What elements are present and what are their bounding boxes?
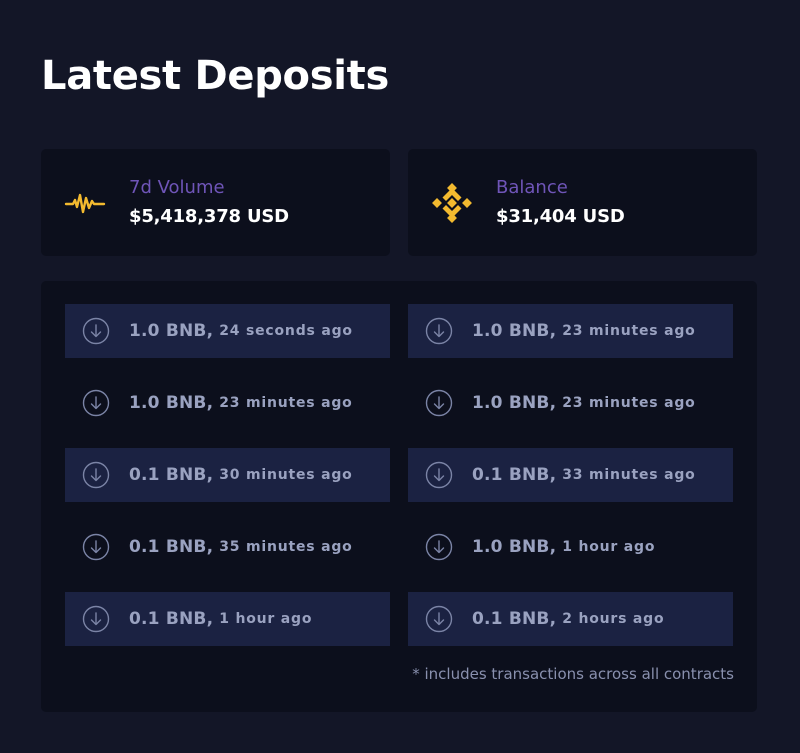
deposit-amount: 0.1 BNB,: [129, 609, 214, 629]
deposit-row: 1.0 BNB, 23 minutes ago: [408, 376, 733, 430]
deposit-time: 23 minutes ago: [562, 323, 696, 339]
arrow-down-circle-icon: [82, 533, 110, 561]
deposit-amount: 0.1 BNB,: [129, 537, 214, 557]
latest-deposits-page: Latest Deposits 7d Volume $5,418,378 USD…: [0, 0, 800, 753]
deposit-time: 35 minutes ago: [219, 539, 353, 555]
deposits-panel: 1.0 BNB, 24 seconds ago 1.0 BNB, 23 minutes…: [41, 281, 757, 712]
volume-value: $5,418,378 USD: [129, 206, 289, 227]
deposit-text: 1.0 BNB, 23 minutes ago: [472, 304, 696, 358]
deposit-amount: 1.0 BNB,: [472, 537, 557, 557]
deposit-time: 33 minutes ago: [562, 467, 696, 483]
deposit-text: 1.0 BNB, 23 minutes ago: [129, 376, 353, 430]
arrow-down-circle-icon: [425, 389, 453, 417]
deposit-time: 24 seconds ago: [219, 323, 353, 339]
deposit-row: 0.1 BNB, 30 minutes ago: [65, 448, 390, 502]
deposit-row: 1.0 BNB, 23 minutes ago: [408, 304, 733, 358]
deposit-text: 0.1 BNB, 2 hours ago: [472, 592, 664, 646]
deposit-text: 1.0 BNB, 23 minutes ago: [472, 376, 696, 430]
deposit-time: 2 hours ago: [562, 611, 665, 627]
balance-label: Balance: [496, 177, 568, 198]
deposit-time: 1 hour ago: [219, 611, 313, 627]
deposit-row: 1.0 BNB, 1 hour ago: [408, 520, 733, 574]
deposit-time: 30 minutes ago: [219, 467, 353, 483]
bnb-logo-icon: [432, 183, 472, 223]
deposit-text: 1.0 BNB, 1 hour ago: [472, 520, 655, 574]
arrow-down-circle-icon: [425, 533, 453, 561]
deposit-amount: 0.1 BNB,: [472, 609, 557, 629]
volume-label: 7d Volume: [129, 177, 225, 198]
deposit-row: 0.1 BNB, 2 hours ago: [408, 592, 733, 646]
arrow-down-circle-icon: [82, 461, 110, 489]
deposit-time: 1 hour ago: [562, 539, 656, 555]
footnote: * includes transactions across all contr…: [412, 665, 734, 683]
balance-card: Balance $31,404 USD: [408, 149, 757, 256]
arrow-down-circle-icon: [82, 317, 110, 345]
deposit-row: 0.1 BNB, 33 minutes ago: [408, 448, 733, 502]
deposit-amount: 0.1 BNB,: [129, 465, 214, 485]
deposit-amount: 1.0 BNB,: [472, 393, 557, 413]
arrow-down-circle-icon: [425, 605, 453, 633]
arrow-down-circle-icon: [425, 317, 453, 345]
deposit-row: 0.1 BNB, 35 minutes ago: [65, 520, 390, 574]
arrow-down-circle-icon: [425, 461, 453, 489]
deposit-row: 0.1 BNB, 1 hour ago: [65, 592, 390, 646]
deposit-text: 0.1 BNB, 1 hour ago: [129, 592, 312, 646]
deposit-amount: 1.0 BNB,: [129, 321, 214, 341]
deposit-text: 0.1 BNB, 30 minutes ago: [129, 448, 353, 502]
deposit-text: 0.1 BNB, 35 minutes ago: [129, 520, 353, 574]
deposit-text: 0.1 BNB, 33 minutes ago: [472, 448, 696, 502]
volume-card: 7d Volume $5,418,378 USD: [41, 149, 390, 256]
page-title: Latest Deposits: [41, 53, 389, 99]
deposit-time: 23 minutes ago: [562, 395, 696, 411]
pulse-icon: [64, 193, 106, 214]
arrow-down-circle-icon: [82, 389, 110, 417]
arrow-down-circle-icon: [82, 605, 110, 633]
deposit-amount: 0.1 BNB,: [472, 465, 557, 485]
deposit-amount: 1.0 BNB,: [472, 321, 557, 341]
deposit-row: 1.0 BNB, 24 seconds ago: [65, 304, 390, 358]
deposit-text: 1.0 BNB, 24 seconds ago: [129, 304, 353, 358]
deposit-amount: 1.0 BNB,: [129, 393, 214, 413]
balance-value: $31,404 USD: [496, 206, 625, 227]
deposit-time: 23 minutes ago: [219, 395, 353, 411]
deposit-row: 1.0 BNB, 23 minutes ago: [65, 376, 390, 430]
